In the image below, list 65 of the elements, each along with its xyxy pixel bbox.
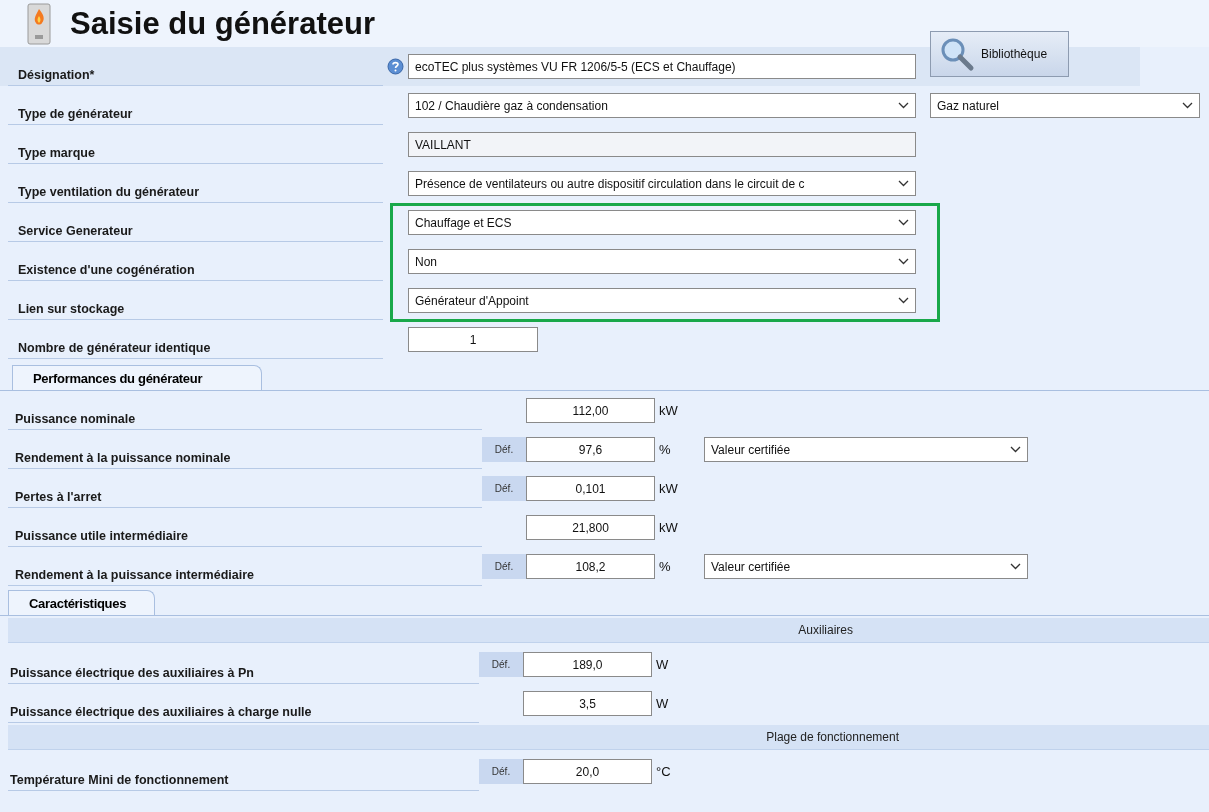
default-button[interactable]: Déf. [482,554,526,579]
field-label: Type ventilation du générateur [8,175,383,203]
unit-label: W [656,696,670,711]
default-button[interactable]: Déf. [482,437,526,462]
field-label: Puissance électrique des auxiliaires à Pn [8,656,479,684]
unit-label: kW [659,520,679,535]
field-label: Puissance utile intermédiaire [8,519,482,547]
chevron-down-icon [898,258,909,265]
field-label: Nombre de générateur identique [8,331,383,359]
magnifier-icon [939,36,975,72]
field-label: Température Mini de fonctionnement [8,763,479,791]
field-label: Rendement à la puissance intermédiaire [8,558,482,586]
dropdown[interactable]: Valeur certifiée [704,554,1028,579]
dropdown[interactable]: 102 / Chaudière gaz à condensation [408,93,916,118]
value-field[interactable]: 112,00 [526,398,655,423]
chevron-down-icon [1010,446,1021,453]
boiler-flame-icon [26,2,52,45]
dropdown[interactable]: Présence de ventilateurs ou autre dispositif circulation dans le circuit de c [408,171,916,196]
field-label: Pertes à l'arret [8,480,482,508]
value-field[interactable]: 21,800 [526,515,655,540]
chevron-down-icon [1010,563,1021,570]
field-label: Type de générateur [8,97,383,125]
dropdown[interactable]: Gaz naturel [930,93,1200,118]
unit-label: °C [656,764,672,779]
unit-label: % [659,559,672,574]
default-button[interactable]: Déf. [479,759,523,784]
default-button[interactable]: Déf. [482,476,526,501]
field-label: Lien sur stockage [8,292,383,320]
unit-label: kW [659,481,679,496]
dropdown[interactable]: Valeur certifiée [704,437,1028,462]
page-title: Saisie du générateur [70,5,375,42]
field-label: Puissance nominale [8,402,482,430]
section-header: Auxiliaires [8,618,1209,643]
value-field[interactable]: 97,6 [526,437,655,462]
field-label: Existence d'une cogénération [8,253,383,281]
chevron-down-icon [898,180,909,187]
value-field[interactable]: 3,5 [523,691,652,716]
unit-label: % [659,442,672,457]
section-header: Plage de fonctionnement [8,725,1209,750]
dropdown[interactable]: Non [408,249,916,274]
count-field[interactable]: 1 [408,327,538,352]
field-label: Type marque [8,136,383,164]
help-icon[interactable] [387,58,404,75]
library-button[interactable]: Bibliothèque [930,31,1069,77]
field-label: Désignation* [8,58,383,86]
section-tab[interactable]: Performances du générateur [12,365,262,390]
unit-label: W [656,657,670,672]
designation-field[interactable]: ecoTEC plus systèmes VU FR 1206/5-5 (ECS et Chauffage) [408,54,916,79]
default-button[interactable]: Déf. [479,652,523,677]
value-field[interactable]: 20,0 [523,759,652,784]
field-label: Puissance électrique des auxiliaires à charge nulle [8,695,479,723]
value-field[interactable]: 0,101 [526,476,655,501]
dropdown[interactable]: Générateur d'Appoint [408,288,916,313]
value-field[interactable]: 189,0 [523,652,652,677]
unit-label: kW [659,403,679,418]
chevron-down-icon [898,219,909,226]
brand-field[interactable]: VAILLANT [408,132,916,157]
chevron-down-icon [1182,102,1193,109]
dropdown[interactable]: Chauffage et ECS [408,210,916,235]
chevron-down-icon [898,102,909,109]
field-label: Service Generateur [8,214,383,242]
value-field[interactable]: 108,2 [526,554,655,579]
field-label: Rendement à la puissance nominale [8,441,482,469]
section-tab[interactable]: Caractéristiques [8,590,155,615]
chevron-down-icon [898,297,909,304]
